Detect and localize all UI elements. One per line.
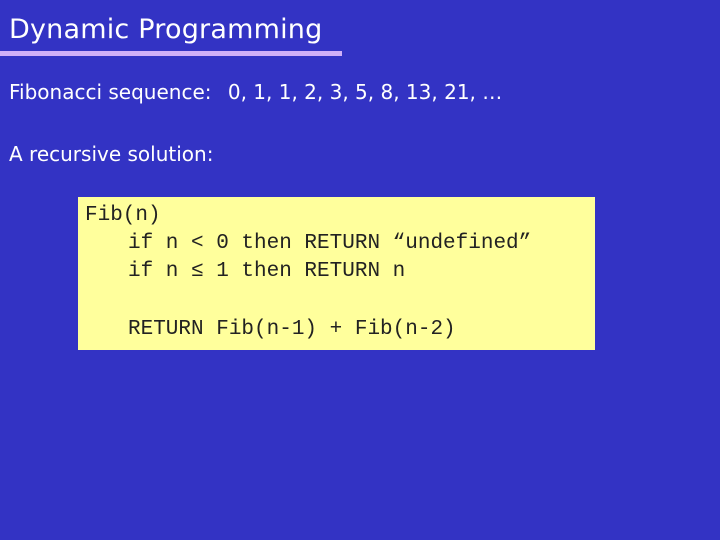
code-line-base-case: if n ≤ 1 then RETURN n (128, 260, 406, 283)
fibonacci-values: 0, 1, 1, 2, 3, 5, 8, 13, 21, … (227, 80, 503, 104)
slide-title: Dynamic Programming (9, 14, 323, 45)
fibonacci-label: Fibonacci sequence: (9, 80, 212, 104)
code-line-signature: Fib(n) (85, 204, 161, 227)
code-line-negative-check: if n < 0 then RETURN “undefined” (128, 232, 532, 255)
recursive-solution-label: A recursive solution: (9, 142, 214, 166)
fibonacci-line: Fibonacci sequence: 0, 1, 1, 2, 3, 5, 8,… (9, 80, 502, 104)
code-block: Fib(n) if n < 0 then RETURN “undefined” … (78, 197, 595, 350)
title-underline (0, 51, 342, 56)
code-line-recursive-return: RETURN Fib(n-1) + Fib(n-2) (128, 318, 456, 341)
